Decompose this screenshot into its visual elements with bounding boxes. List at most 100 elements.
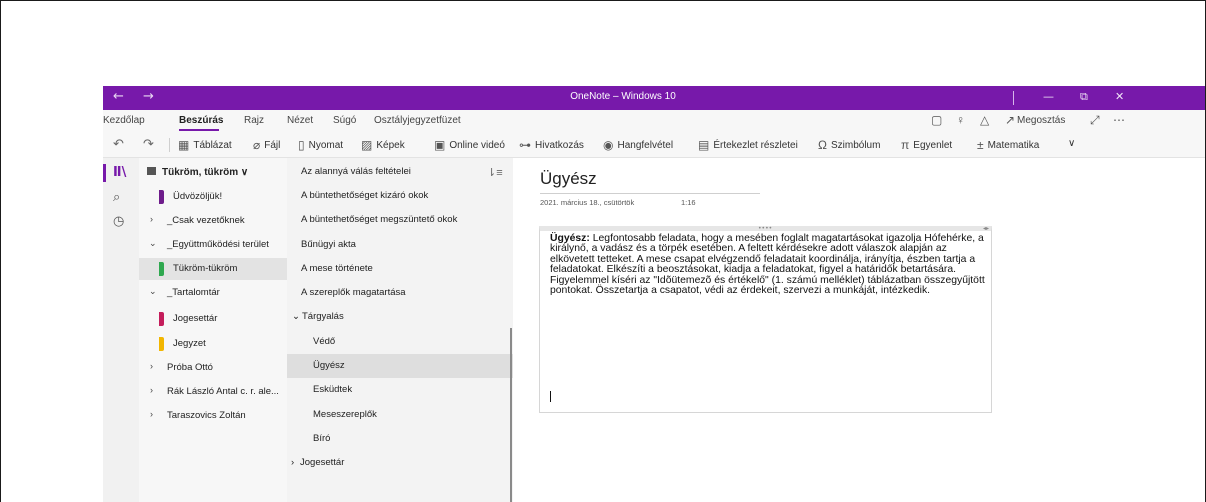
chevron-down-icon: ⌄ [149, 238, 157, 248]
ribbon-images-button[interactable]: ▨ Képek [361, 138, 405, 152]
ribbon-link-button[interactable]: ⊶ Hivatkozás [519, 138, 584, 152]
page-item[interactable]: A büntethetőséget kizáró okok [287, 184, 513, 208]
restore-button[interactable]: ⧉ [1080, 90, 1088, 104]
ribbon: ↶ ↷ ▦ Táblázat ⌀ Fájl ▯ Nyomat ▨ Képek ▣ Onli… [103, 132, 1205, 158]
note-bold-label: Ügyész: [550, 233, 590, 244]
section-group-label: Próba Ottó [167, 362, 213, 373]
notebook-selector[interactable]: Tükröm, tükröm ∨ [147, 167, 248, 178]
ribbon-more-button[interactable]: ∨ [1068, 138, 1075, 149]
title-bar: ← → OneNote – Windows 10 — ⧉ ✕ [103, 86, 1205, 110]
page-group-item[interactable]: › Jogesettár [287, 451, 513, 475]
page-item[interactable]: A büntethetőséget megszüntető okok [287, 208, 513, 232]
section-group-label: Taraszovics Zoltán [167, 410, 246, 421]
ribbon-label: Szimbólum [830, 140, 881, 151]
page-label: Esküdtek [313, 384, 353, 395]
ribbon-meeting-details-button[interactable]: ▤ Értekezlet részletei [698, 138, 798, 152]
section-item[interactable]: Tükröm-tükröm [139, 258, 287, 280]
ribbon-file-button[interactable]: ⌀ Fájl [253, 138, 280, 152]
tab-view[interactable]: Nézet [287, 115, 313, 126]
subpage-item[interactable]: Esküdtek [287, 378, 513, 402]
page-item[interactable]: Bűnügyi akta [287, 233, 513, 257]
expand-icon[interactable]: ⤢ [1090, 113, 1100, 128]
minimize-button[interactable]: — [1043, 90, 1054, 103]
tab-draw[interactable]: Rajz [244, 115, 264, 126]
chevron-down-icon: ⌄ [292, 311, 300, 322]
pages-scrollbar[interactable] [510, 328, 512, 502]
ribbon-online-video-button[interactable]: ▣ Online videó [434, 138, 505, 152]
ribbon-label: Nyomat [308, 140, 344, 151]
bell-icon[interactable]: △ [980, 113, 989, 127]
page-item[interactable]: Az alannyá válás feltételei [287, 160, 513, 184]
note-paragraph[interactable]: Ügyész: Legfontosabb feladata, hogy a me… [550, 233, 986, 297]
share-button[interactable]: Megosztás [1017, 115, 1065, 126]
tab-help[interactable]: Súgó [333, 115, 356, 126]
section-item[interactable]: Jegyzet [139, 333, 287, 355]
immersive-reader-icon[interactable]: ▢ [931, 113, 942, 127]
section-label: Tükröm-tükröm [173, 263, 238, 274]
page-group-item[interactable]: ⌄ Tárgyalás [287, 305, 513, 329]
ribbon-symbol-button[interactable]: Ω Szimbólum [818, 138, 880, 152]
menu-bar: Kezdőlap Beszúrás Rajz Nézet Súgó Osztál… [103, 110, 1205, 132]
resize-handle[interactable]: ◂▸ [983, 225, 989, 232]
subpage-item[interactable]: Meseszereplők [287, 403, 513, 427]
chevron-down-icon: ⌄ [149, 286, 157, 296]
lightbulb-icon[interactable]: ♀ [956, 113, 965, 127]
section-label: Üdvözöljük! [173, 191, 223, 202]
online-video-icon: ▣ [434, 138, 446, 152]
chevron-right-icon: › [150, 385, 153, 395]
ribbon-equation-button[interactable]: π Egyenlet [901, 138, 952, 152]
page-title[interactable]: Ügyész [540, 169, 597, 189]
active-tab-indicator [179, 129, 219, 131]
section-group-item[interactable]: ⌄ _Együttműködési terület [139, 234, 287, 256]
section-group-item[interactable]: › Taraszovics Zoltán [139, 405, 287, 427]
subpage-item[interactable]: Védő [287, 330, 513, 354]
page-label: Az alannyá válás feltételei [301, 166, 411, 177]
ribbon-printout-button[interactable]: ▯ Nyomat [298, 138, 343, 152]
page-label: Tárgyalás [302, 311, 344, 322]
title-separator [1013, 91, 1014, 105]
subpage-item[interactable]: Ügyész [287, 354, 513, 378]
section-group-item[interactable]: › _Csak vezetőknek [139, 210, 287, 232]
tab-class-notebook[interactable]: Osztályjegyzetfüzet [374, 115, 461, 126]
section-item[interactable]: Jogesettár [139, 308, 287, 330]
page-canvas[interactable]: Ügyész 2021. március 18., csütörtök 1:16… [513, 158, 1205, 502]
page-item[interactable]: A mese története [287, 257, 513, 281]
close-button[interactable]: ✕ [1115, 90, 1124, 103]
tab-home[interactable]: Kezdőlap [103, 115, 145, 126]
note-body: Legfontosabb feladata, hogy a mesében fo… [550, 233, 985, 297]
page-label: Bűnügyi akta [301, 239, 356, 250]
sections-pane: Tükröm, tükröm ∨ Üdvözöljük! › _Csak vez… [139, 158, 287, 502]
page-item[interactable]: A szereplők magatartása [287, 281, 513, 305]
undo-icon[interactable]: ↶ [113, 136, 124, 152]
subpage-item[interactable]: Bíró [287, 427, 513, 451]
more-icon[interactable]: ⋯ [1113, 113, 1125, 127]
screenshot-frame: ← → OneNote – Windows 10 — ⧉ ✕ Kezdőlap … [0, 0, 1206, 502]
redo-icon[interactable]: ↷ [143, 136, 154, 152]
section-group-item[interactable]: › Rák László Antal c. r. ale... [139, 381, 287, 403]
section-group-label: Rák László Antal c. r. ale... [167, 386, 279, 397]
ribbon-audio-button[interactable]: ◉ Hangfelvétel [603, 138, 673, 152]
note-container[interactable]: •••• ◂▸ Ügyész: Legfontosabb feladata, h… [539, 225, 992, 413]
page-label: Ügyész [313, 360, 345, 371]
chevron-down-icon: ∨ [238, 167, 249, 178]
ribbon-label: Egyenlet [913, 140, 953, 151]
meeting-details-icon: ▤ [698, 138, 710, 152]
page-label: Bíró [313, 433, 331, 444]
tab-insert[interactable]: Beszúrás [179, 115, 223, 126]
section-color-tab [159, 190, 164, 204]
recent-icon[interactable]: ◷ [113, 214, 124, 229]
share-icon[interactable]: ↗ [1005, 113, 1015, 127]
section-label: Jegyzet [173, 338, 206, 349]
section-color-tab [159, 337, 164, 351]
chevron-right-icon: › [150, 409, 153, 419]
ribbon-table-button[interactable]: ▦ Táblázat [178, 138, 232, 152]
ribbon-math-button[interactable]: ± Matematika [977, 138, 1039, 152]
section-group-item[interactable]: › Próba Ottó [139, 357, 287, 379]
section-item[interactable]: Üdvözöljük! [139, 186, 287, 208]
section-group-label: _Csak vezetőknek [167, 215, 245, 226]
search-icon[interactable]: ⌕ [113, 190, 120, 205]
section-group-item[interactable]: ⌄ _Tartalomtár [139, 282, 287, 304]
page-date: 2021. március 18., csütörtök [540, 198, 635, 207]
notebooks-icon[interactable]: Ⅱ\ [113, 165, 126, 180]
drag-handle[interactable]: •••• [758, 225, 772, 232]
